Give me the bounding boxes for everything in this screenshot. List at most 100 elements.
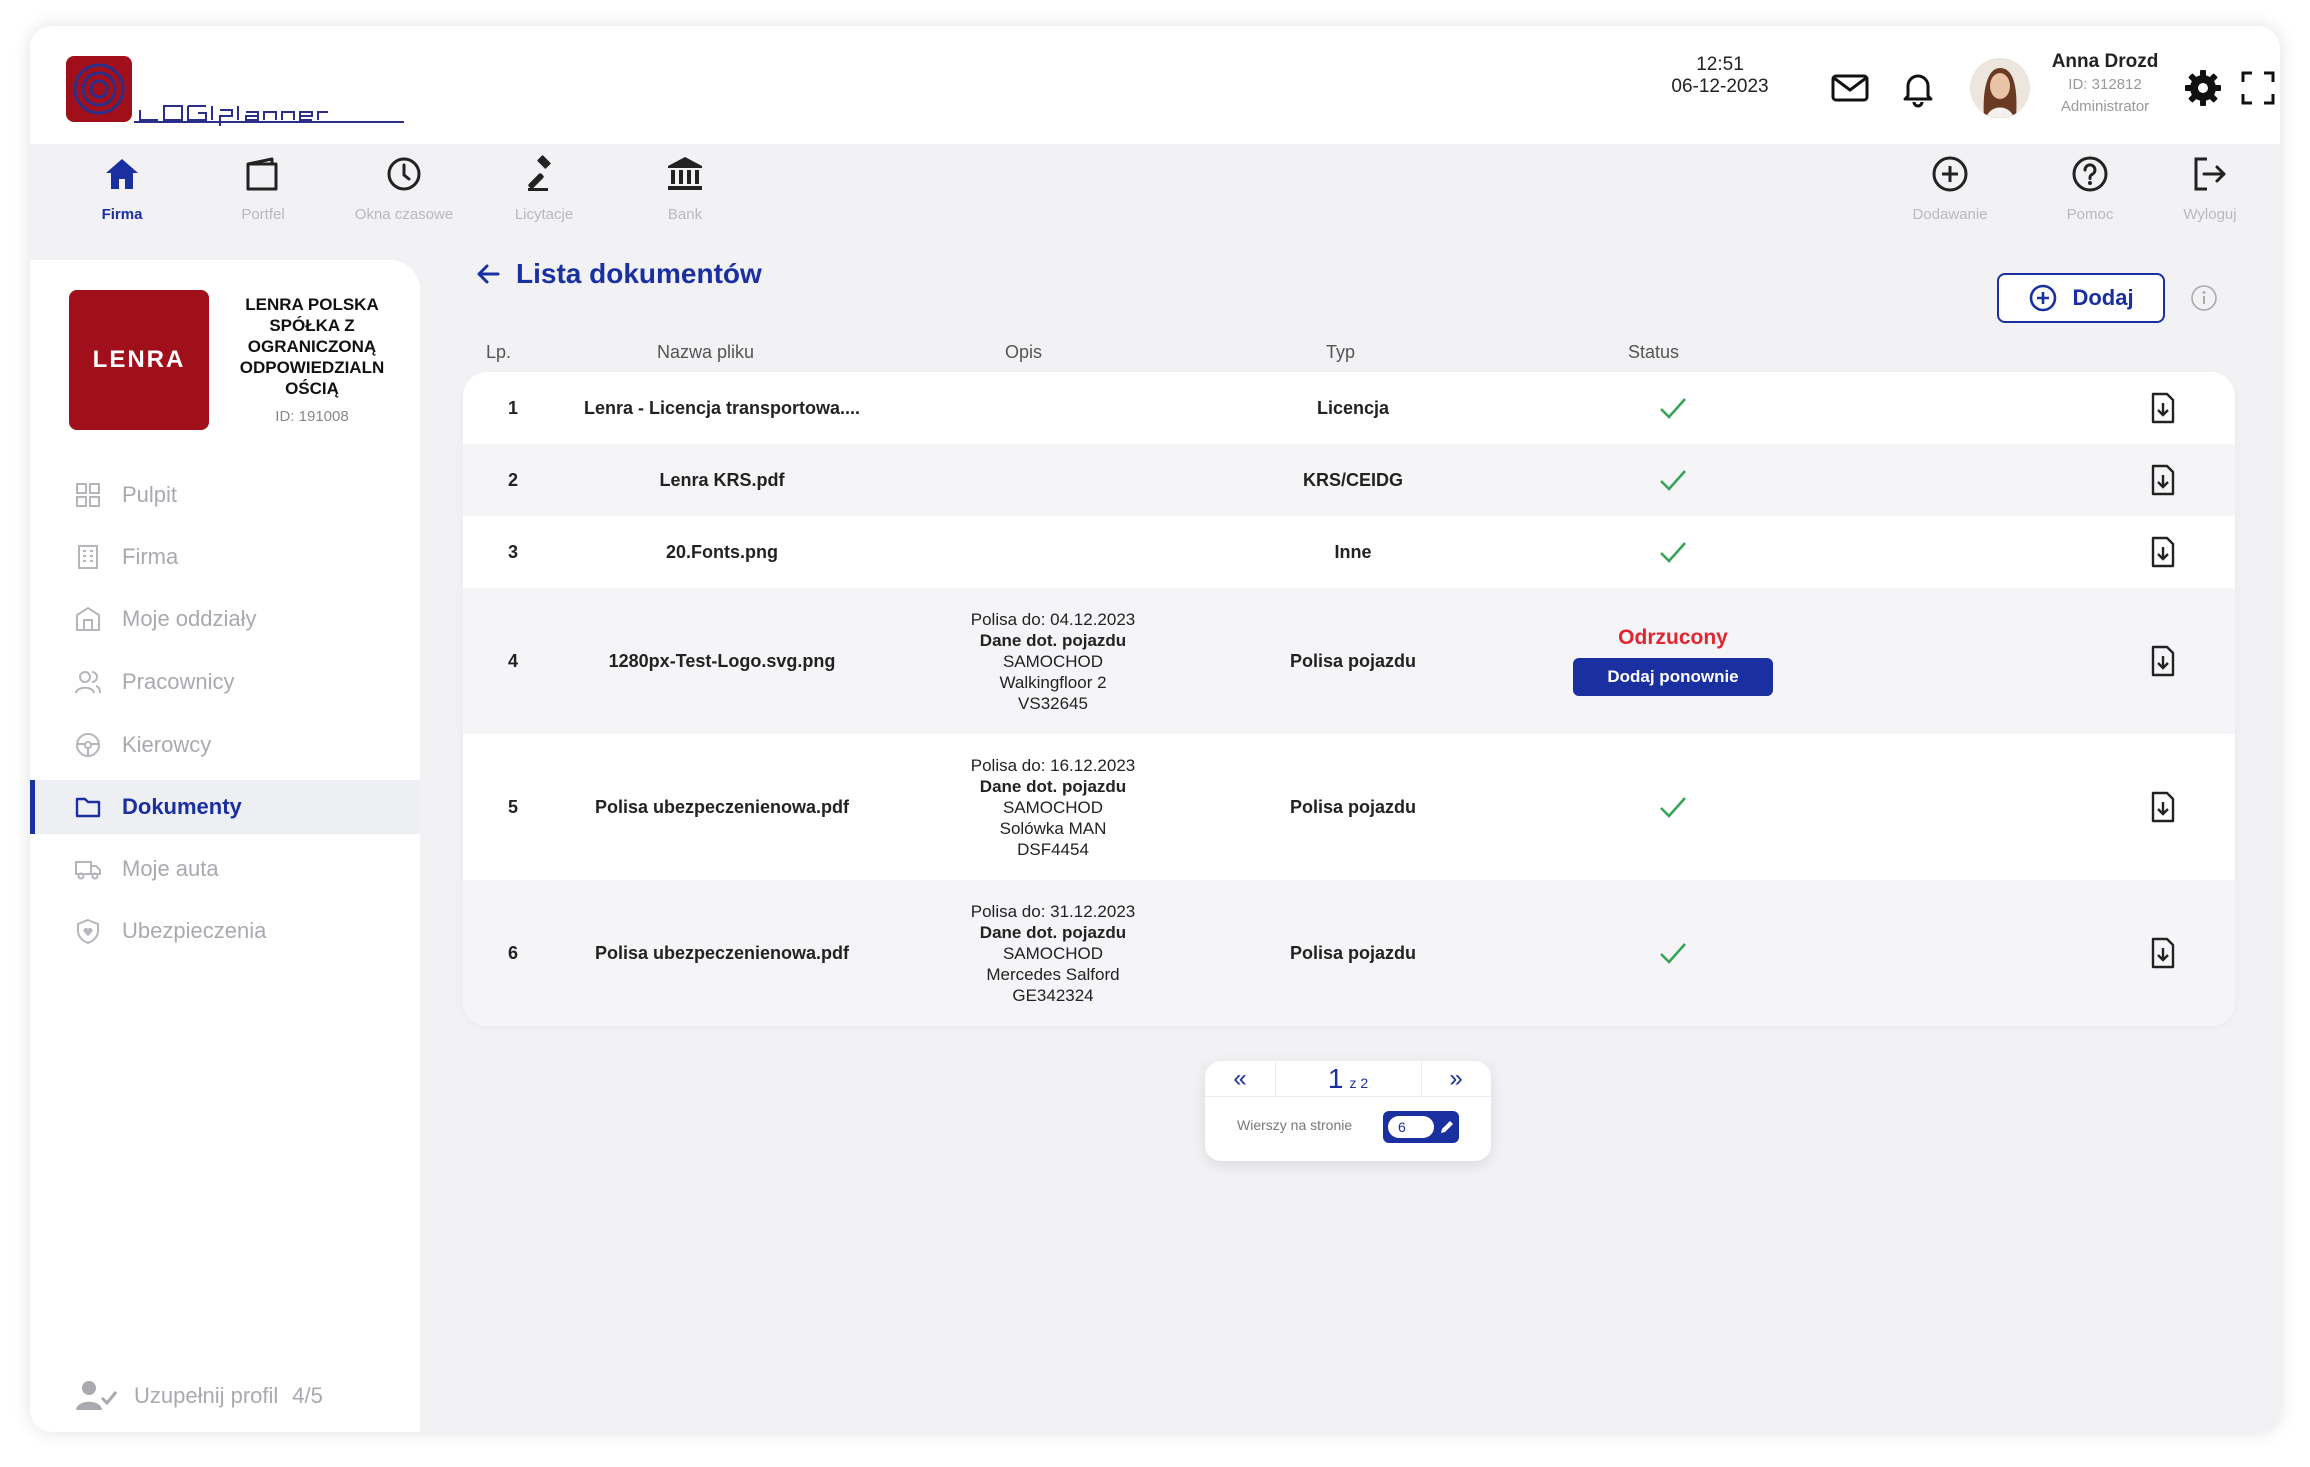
bell-icon[interactable] xyxy=(1898,68,1938,108)
rows-per-page-value[interactable]: 6 xyxy=(1388,1116,1434,1138)
prev-page-button[interactable]: « xyxy=(1205,1061,1275,1097)
nav-bank[interactable]: Bank xyxy=(615,154,755,223)
plus-circle-icon xyxy=(1932,156,1968,192)
document-type: Polisa pojazdu xyxy=(1289,650,1417,671)
nav-label: Dodawanie xyxy=(1912,206,1988,223)
sidebar-item-label: Ubezpieczenia xyxy=(122,918,267,943)
nav-firma[interactable]: Firma xyxy=(52,154,192,223)
nav-label: Bank xyxy=(667,206,703,223)
complete-profile-count: 4/5 xyxy=(292,1383,323,1408)
sidebar-item-ubezpieczenia[interactable]: Ubezpieczenia xyxy=(30,904,420,958)
nav-label: Licytacje xyxy=(514,206,574,223)
nav-licytacje[interactable]: Licytacje xyxy=(474,154,614,223)
column-header-status: Status xyxy=(1628,342,1680,362)
company-name: LENRA POLSKA SPÓŁKA Z OGRANICZONĄ ODPOWI… xyxy=(239,295,385,398)
nav-wyloguj[interactable]: Wyloguj xyxy=(2140,154,2280,223)
plus-circle-icon xyxy=(2030,284,2057,312)
user-avatar[interactable] xyxy=(1970,58,2030,118)
sidebar-item-label: Moje oddziały xyxy=(122,606,257,631)
download-icon[interactable] xyxy=(2133,880,2193,1026)
sidebar-item-dokumenty[interactable]: Dokumenty xyxy=(30,780,420,834)
dashboard-icon xyxy=(72,479,104,511)
vehicle-model: Mercedes Salford xyxy=(986,964,1120,984)
add-again-button[interactable]: Dodaj ponownie xyxy=(1573,658,1773,696)
sidebar-item-moje-oddzialy[interactable]: Moje oddziały xyxy=(30,592,420,646)
vehicle-kind: SAMOCHOD xyxy=(1002,943,1104,963)
total-pages: z 2 xyxy=(1349,1075,1369,1091)
nav-pomoc[interactable]: Pomoc xyxy=(2020,154,2160,223)
top-header: 12:51 06-12-2023 Anna Drozd ID: 312812 A… xyxy=(30,26,2280,144)
company-logo: LENRA xyxy=(69,290,209,430)
clock-icon xyxy=(387,157,421,191)
sidebar-item-pracownicy[interactable]: Pracownicy xyxy=(30,655,420,709)
column-header-opis: Opis xyxy=(1005,342,1043,362)
sidebar-item-kierowcy[interactable]: Kierowcy xyxy=(30,718,420,772)
check-icon xyxy=(1660,470,1686,491)
page-indicator: 1 z 2 xyxy=(1275,1061,1421,1097)
mail-icon[interactable] xyxy=(1830,68,1870,108)
table-row[interactable]: 6 Polisa ubezpeczenienowa.pdf Polisa do:… xyxy=(463,880,2235,1026)
row-number: 3 xyxy=(507,541,518,562)
sidebar-item-pulpit[interactable]: Pulpit xyxy=(30,468,420,522)
status-ok xyxy=(1553,734,1793,880)
branches-icon xyxy=(72,603,104,635)
column-header-nazwa: Nazwa pliku xyxy=(657,342,755,362)
vehicle-kind: SAMOCHOD xyxy=(1002,651,1104,671)
edit-pencil-icon[interactable] xyxy=(1437,1117,1457,1137)
document-type: Polisa pojazdu xyxy=(1289,942,1417,963)
add-document-label: Dodaj xyxy=(2072,285,2134,310)
table-row[interactable]: 4 1280px-Test-Logo.svg.png Polisa do: 04… xyxy=(463,588,2235,734)
user-check-icon xyxy=(76,1381,118,1410)
help-icon xyxy=(2072,156,2108,192)
nav-dodawanie[interactable]: Dodawanie xyxy=(1880,154,2020,223)
settings-gear-icon[interactable] xyxy=(2183,68,2223,108)
table-row[interactable]: 1 Lenra - Licencja transportowa.... Lice… xyxy=(463,372,2235,444)
pagination-controls: « 1 z 2 » xyxy=(1205,1061,1491,1097)
next-page-button[interactable]: » xyxy=(1421,1061,1491,1097)
sidebar-item-label: Moje auta xyxy=(122,856,219,881)
user-name: Anna Drozd xyxy=(2051,51,2159,72)
rows-per-page-input[interactable]: 6 xyxy=(1383,1111,1459,1143)
sidebar-item-label: Dokumenty xyxy=(122,794,242,819)
top-nav: Firma Portfel Okna czasowe Licytacje Ban… xyxy=(30,144,2280,262)
file-name: 1280px-Test-Logo.svg.png xyxy=(608,650,836,671)
sidebar-item-label: Pracownicy xyxy=(122,669,235,694)
download-icon[interactable] xyxy=(2133,588,2193,734)
gavel-icon xyxy=(528,155,551,191)
home-icon xyxy=(106,159,138,189)
download-icon[interactable] xyxy=(2133,734,2193,880)
users-icon xyxy=(72,666,104,698)
check-icon xyxy=(1660,797,1686,818)
user-info[interactable]: Anna Drozd ID: 312812 Administrator xyxy=(2040,50,2170,118)
table-row[interactable]: 3 20.Fonts.png Inne xyxy=(463,516,2235,588)
back-arrow-icon[interactable] xyxy=(476,261,502,287)
complete-profile[interactable]: Uzupełnij profil 4/5 xyxy=(76,1380,323,1412)
download-icon[interactable] xyxy=(2133,444,2193,516)
download-icon[interactable] xyxy=(2133,516,2193,588)
sidebar-item-moje-auta[interactable]: Moje auta xyxy=(30,842,420,896)
document-description: Polisa do: 16.12.2023 Dane dot. pojazdu … xyxy=(903,734,1203,880)
sidebar-item-firma[interactable]: Firma xyxy=(30,530,420,584)
file-name: Lenra KRS.pdf xyxy=(659,469,785,490)
table-row[interactable]: 2 Lenra KRS.pdf KRS/CEIDG xyxy=(463,444,2235,516)
table-row[interactable]: 5 Polisa ubezpeczenienowa.pdf Polisa do:… xyxy=(463,734,2235,880)
add-document-button[interactable]: Dodaj xyxy=(1997,273,2165,323)
file-name: Polisa ubezpeczenienowa.pdf xyxy=(594,942,850,963)
info-icon[interactable] xyxy=(2190,284,2218,317)
truck-icon xyxy=(72,853,104,885)
check-icon xyxy=(1660,398,1686,419)
column-header-lp: Lp. xyxy=(486,342,512,362)
policy-date: Polisa do: 16.12.2023 xyxy=(970,755,1136,775)
rows-per-page-label: Wierszy na stronie xyxy=(1237,1117,1353,1133)
file-name: Polisa ubezpeczenienowa.pdf xyxy=(594,796,850,817)
fullscreen-icon[interactable] xyxy=(2240,68,2276,108)
row-number: 4 xyxy=(507,650,518,671)
download-icon[interactable] xyxy=(2133,372,2193,444)
sidebar-item-label: Pulpit xyxy=(122,482,178,507)
nav-portfel[interactable]: Portfel xyxy=(193,154,333,223)
nav-okna-czasowe[interactable]: Okna czasowe xyxy=(334,154,474,223)
app-logo[interactable] xyxy=(64,50,424,126)
status-ok xyxy=(1553,516,1793,588)
file-name: 20.Fonts.png xyxy=(666,541,778,562)
status-ok xyxy=(1553,880,1793,1026)
